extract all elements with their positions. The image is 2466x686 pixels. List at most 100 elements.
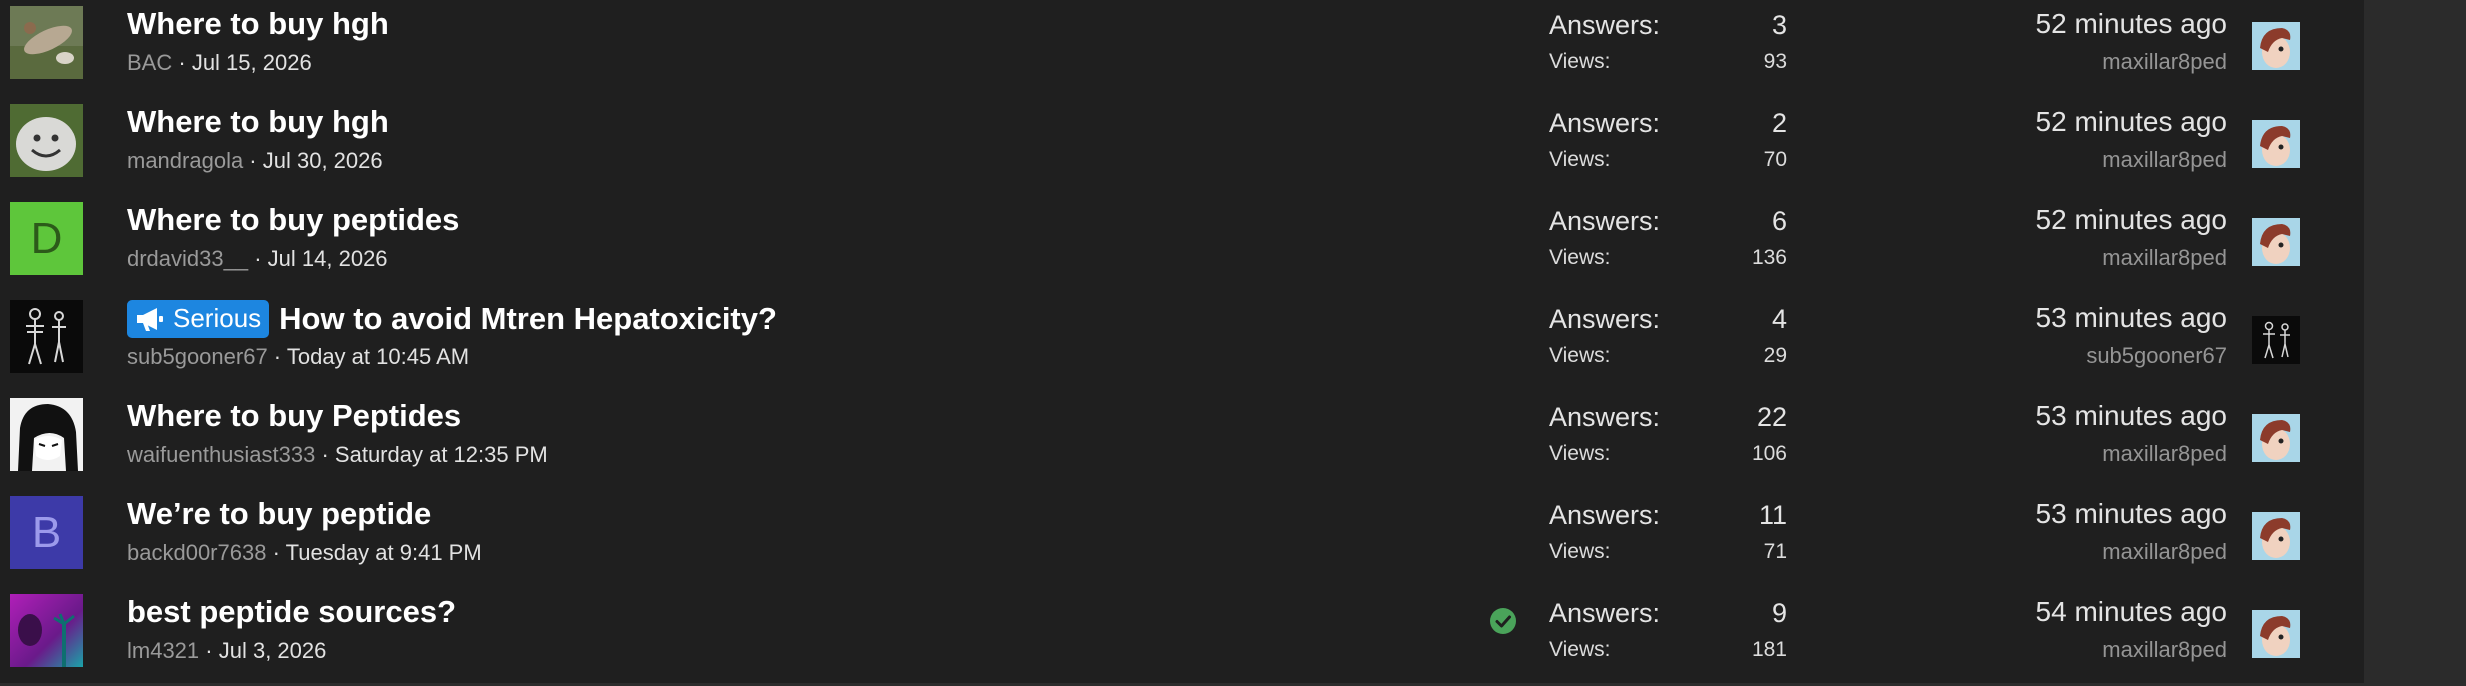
thread-date-link[interactable]: Jul 30, 2026 <box>263 148 383 173</box>
photo-avatar-icon[interactable] <box>10 6 83 79</box>
thread-meta: backd00r7638 · Tuesday at 9:41 PM <box>127 540 482 566</box>
cartoon-face-avatar-icon[interactable] <box>2252 218 2300 266</box>
views-count: 71 <box>1763 540 1787 563</box>
anime-girl-avatar-icon[interactable] <box>10 398 83 471</box>
meta-separator: · <box>315 442 335 467</box>
thread-meta: drdavid33__ · Jul 14, 2026 <box>127 246 388 272</box>
answers-count: 2 <box>1771 108 1787 138</box>
views-count: 136 <box>1751 246 1787 269</box>
views-count: 181 <box>1751 638 1787 661</box>
thread-meta: waifuenthusiast333 · Saturday at 12:35 P… <box>127 442 548 468</box>
avatar-letter: B <box>31 507 62 557</box>
thread-row: Serious How to avoid Mtren Hepatoxicity?… <box>0 294 2364 392</box>
answers-count: 3 <box>1771 10 1787 40</box>
last-poster-link[interactable]: sub5gooner67 <box>1900 343 2227 369</box>
views-count: 29 <box>1763 344 1787 367</box>
prefix-label[interactable]: Serious <box>127 300 270 338</box>
last-poster-link[interactable]: maxillar8ped <box>1900 637 2227 663</box>
answers-label: Answers: <box>1549 10 1661 40</box>
last-post-time-link[interactable]: 53 minutes ago <box>1900 400 2227 432</box>
skeleton-avatar-icon[interactable] <box>2252 316 2300 364</box>
last-poster-link[interactable]: maxillar8ped <box>1900 49 2227 75</box>
author-link[interactable]: mandragola <box>127 148 243 173</box>
author-link[interactable]: lm4321 <box>127 638 199 663</box>
author-link[interactable]: BAC <box>127 50 172 75</box>
smiley-stone-avatar-icon[interactable] <box>10 104 83 177</box>
author-link[interactable]: drdavid33__ <box>127 246 248 271</box>
last-post-time-link[interactable]: 53 minutes ago <box>1900 302 2227 334</box>
thread-row: Where to buy Peptides waifuenthusiast333… <box>0 392 2364 490</box>
cartoon-face-avatar-icon[interactable] <box>2252 22 2300 70</box>
answers-label: Answers: <box>1549 206 1661 236</box>
answers-count: 4 <box>1771 304 1787 334</box>
author-link[interactable]: backd00r7638 <box>127 540 266 565</box>
thread-title-link[interactable]: We’re to buy peptide <box>127 496 431 532</box>
thread-date-link[interactable]: Jul 15, 2026 <box>192 50 312 75</box>
last-post-time-link[interactable]: 52 minutes ago <box>1900 8 2227 40</box>
author-link[interactable]: waifuenthusiast333 <box>127 442 315 467</box>
answers-count: 9 <box>1771 598 1787 628</box>
skeleton-avatar-icon[interactable] <box>10 300 83 373</box>
views-label: Views: <box>1549 344 1611 367</box>
last-post-time-link[interactable]: 53 minutes ago <box>1900 498 2227 530</box>
prefix-text: Serious <box>173 303 262 333</box>
cartoon-face-avatar-icon[interactable] <box>2252 610 2300 658</box>
last-poster-link[interactable]: maxillar8ped <box>1900 147 2227 173</box>
check-circle-icon <box>1490 608 1516 634</box>
meta-separator: · <box>199 638 219 663</box>
thread-title-link[interactable]: How to avoid Mtren Hepatoxicity? <box>279 301 777 337</box>
views-label: Views: <box>1549 540 1611 563</box>
answers-label: Answers: <box>1549 304 1661 334</box>
vaporwave-avatar-icon[interactable] <box>10 594 83 667</box>
thread-date-link[interactable]: Tuesday at 9:41 PM <box>286 540 482 565</box>
views-count: 93 <box>1763 50 1787 73</box>
thread-title-link[interactable]: best peptide sources? <box>127 594 456 630</box>
thread-row: best peptide sources? lm4321 · Jul 3, 20… <box>0 588 2364 686</box>
letter-avatar[interactable]: B <box>10 496 83 569</box>
right-gutter <box>2364 0 2466 683</box>
meta-separator: · <box>266 540 286 565</box>
meta-separator: · <box>172 50 192 75</box>
answers-label: Answers: <box>1549 598 1661 628</box>
last-poster-link[interactable]: maxillar8ped <box>1900 245 2227 271</box>
meta-separator: · <box>243 148 263 173</box>
last-poster-link[interactable]: maxillar8ped <box>1900 539 2227 565</box>
thread-row: B We’re to buy peptide backd00r7638 · Tu… <box>0 490 2364 588</box>
views-count: 106 <box>1751 442 1787 465</box>
meta-separator: · <box>267 344 287 369</box>
letter-avatar[interactable]: D <box>10 202 83 275</box>
cartoon-face-avatar-icon[interactable] <box>2252 120 2300 168</box>
views-label: Views: <box>1549 442 1611 465</box>
answers-label: Answers: <box>1549 108 1661 138</box>
answers-count: 6 <box>1771 206 1787 236</box>
answers-count: 22 <box>1756 402 1787 432</box>
cartoon-face-avatar-icon[interactable] <box>2252 414 2300 462</box>
views-label: Views: <box>1549 246 1611 269</box>
thread-date-link[interactable]: Jul 3, 2026 <box>219 638 327 663</box>
views-count: 70 <box>1763 148 1787 171</box>
last-post-time-link[interactable]: 54 minutes ago <box>1900 596 2227 628</box>
answers-count: 11 <box>1758 500 1787 530</box>
thread-date-link[interactable]: Saturday at 12:35 PM <box>335 442 548 467</box>
last-post-time-link[interactable]: 52 minutes ago <box>1900 204 2227 236</box>
thread-title-link[interactable]: Where to buy hgh <box>127 6 389 42</box>
megaphone-icon <box>137 307 163 331</box>
thread-title-link[interactable]: Where to buy hgh <box>127 104 389 140</box>
thread-meta: mandragola · Jul 30, 2026 <box>127 148 383 174</box>
author-link[interactable]: sub5gooner67 <box>127 344 268 369</box>
views-label: Views: <box>1549 638 1611 661</box>
thread-date-link[interactable]: Jul 14, 2026 <box>268 246 388 271</box>
thread-meta: BAC · Jul 15, 2026 <box>127 50 312 76</box>
thread-row: Where to buy hgh mandragola · Jul 30, 20… <box>0 98 2364 196</box>
answers-label: Answers: <box>1549 500 1661 530</box>
cartoon-face-avatar-icon[interactable] <box>2252 512 2300 560</box>
last-post-time-link[interactable]: 52 minutes ago <box>1900 106 2227 138</box>
thread-title-link[interactable]: Where to buy peptides <box>127 202 459 238</box>
thread-date-link[interactable]: Today at 10:45 AM <box>287 344 469 369</box>
thread-title-link[interactable]: Where to buy Peptides <box>127 398 461 434</box>
last-poster-link[interactable]: maxillar8ped <box>1900 441 2227 467</box>
thread-row: D Where to buy peptides drdavid33__ · Ju… <box>0 196 2364 294</box>
thread-row: Where to buy hgh BAC · Jul 15, 2026 Answ… <box>0 0 2364 98</box>
answers-label: Answers: <box>1549 402 1661 432</box>
meta-separator: · <box>248 246 268 271</box>
